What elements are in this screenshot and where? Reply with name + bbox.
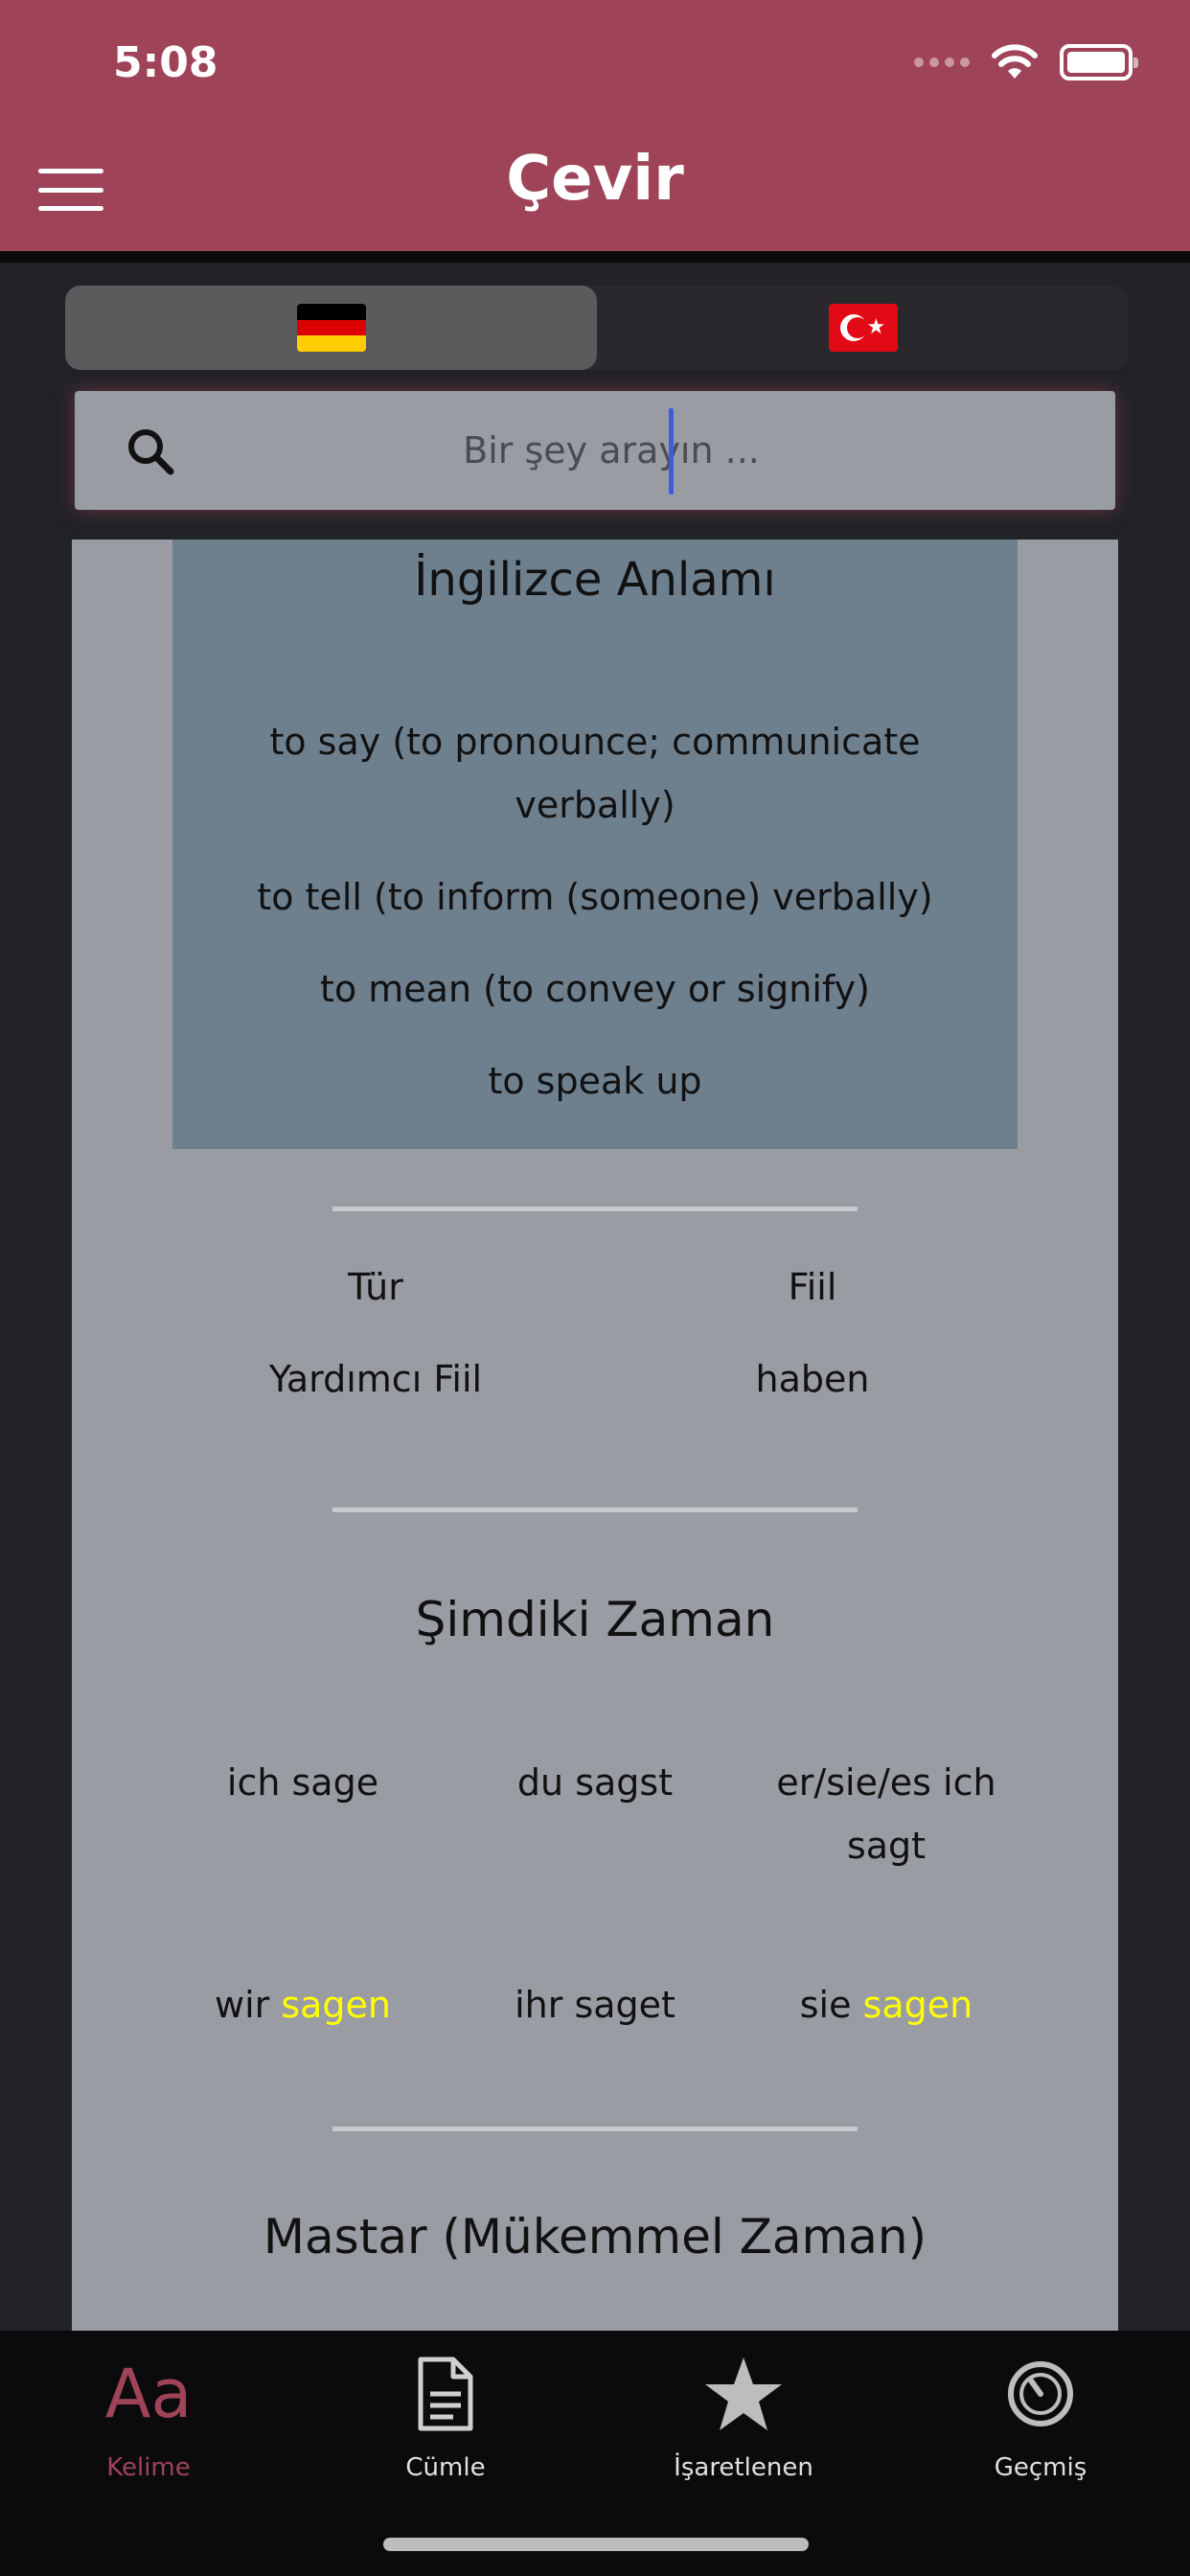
english-meaning-panel: İngilizce Anlamı to say (to pronounce; c… <box>172 540 1018 1149</box>
search-box[interactable] <box>75 391 1115 510</box>
meaning-item: to speak up <box>488 1060 702 1102</box>
meaning-title: İngilizce Anlamı <box>414 553 776 607</box>
document-icon <box>418 2357 473 2431</box>
search-icon <box>128 429 174 475</box>
auxiliary-label: Yardımcı Fiil <box>268 1358 483 1400</box>
type-value: Fiil <box>788 1266 837 1308</box>
tab-isaretlenen[interactable]: İşaretlenen <box>629 2346 858 2482</box>
type-label: Tür <box>348 1266 403 1308</box>
auxiliary-value: haben <box>755 1358 870 1400</box>
conjugation-wir: wir sagen <box>159 1973 446 2036</box>
meaning-item: to mean (to convey or signify) <box>320 968 870 1010</box>
word-detail-card: İngilizce Anlamı to say (to pronounce; c… <box>72 540 1118 2332</box>
conjugation-ihr: ihr saget <box>451 1973 739 2036</box>
tab-label: Cümle <box>405 2453 486 2482</box>
history-icon <box>1008 2361 1073 2426</box>
turkish-flag-icon: ★ <box>828 304 898 352</box>
verb-form: saget <box>574 1984 675 2026</box>
aa-icon: Aa <box>104 2355 193 2433</box>
meaning-item: to tell (to inform (someone) verbally) <box>257 876 933 918</box>
meaning-list: to say (to pronounce; communicate verbal… <box>211 710 979 1141</box>
target-language-button[interactable]: ★ <box>597 286 1129 370</box>
tab-label: Kelime <box>106 2453 191 2482</box>
conjugation-ich: ich sage <box>226 1761 379 1804</box>
german-flag-icon <box>296 304 366 352</box>
tab-label: Geçmiş <box>994 2453 1087 2482</box>
verb-form: sagen <box>862 1984 973 2026</box>
page-title: Çevir <box>506 144 684 215</box>
text-caret <box>669 408 674 494</box>
section-divider <box>332 2127 858 2131</box>
pronoun: wir <box>214 1984 270 2026</box>
tab-kelime[interactable]: Aa Kelime <box>34 2346 263 2482</box>
conjugation-er-sie-es: er/sie/es ich sagt <box>776 1761 996 1867</box>
cellular-signal-icon <box>914 58 970 67</box>
tab-gecmis[interactable]: Geçmiş <box>926 2346 1156 2482</box>
status-time: 5:08 <box>113 38 218 87</box>
present-tense-title: Şimdiki Zaman <box>415 1592 775 1647</box>
search-input[interactable] <box>228 412 995 489</box>
battery-icon <box>1060 44 1138 80</box>
source-language-button[interactable] <box>65 286 597 370</box>
wifi-icon <box>992 44 1038 79</box>
section-divider <box>332 1507 858 1512</box>
header-divider <box>0 251 1190 263</box>
home-indicator[interactable] <box>383 2538 809 2551</box>
pronoun: ihr <box>515 1984 563 2026</box>
top-bar: 5:08 Çevir <box>0 0 1190 251</box>
language-toggle: ★ <box>65 286 1129 370</box>
tab-label: İşaretlenen <box>674 2453 813 2482</box>
meaning-item: to say (to pronounce; communicate verbal… <box>269 721 921 826</box>
verb-form: sagen <box>281 1984 392 2026</box>
conjugation-du: du sagst <box>516 1761 674 1804</box>
conjugation-sie: sie sagen <box>743 1973 1030 2036</box>
status-icons <box>914 44 1138 80</box>
perfect-tense-title: Mastar (Mükemmel Zaman) <box>263 2209 927 2265</box>
tab-cumle[interactable]: Cümle <box>331 2346 561 2482</box>
star-icon <box>705 2358 782 2430</box>
pronoun: sie <box>799 1984 852 2026</box>
section-divider <box>332 1207 858 1211</box>
